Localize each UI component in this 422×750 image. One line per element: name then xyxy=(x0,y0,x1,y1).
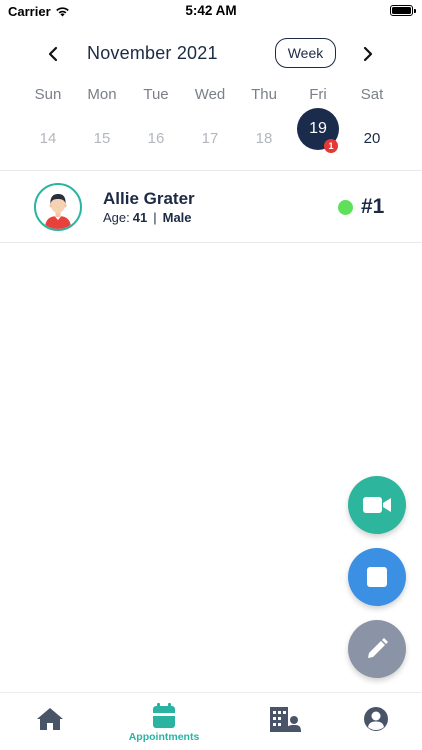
patient-name: Allie Grater xyxy=(103,189,195,208)
stop-button[interactable] xyxy=(348,548,406,606)
tab-hospital-staff[interactable] xyxy=(264,701,306,737)
tab-home[interactable] xyxy=(30,701,70,737)
day-name: Tue xyxy=(143,86,169,103)
age-value: 41 xyxy=(132,210,148,225)
tab-appointments[interactable]: Appointments xyxy=(118,701,210,745)
chevron-right-icon xyxy=(363,46,373,62)
divider xyxy=(0,242,422,243)
patient-avatar xyxy=(34,183,82,231)
next-month-button[interactable] xyxy=(356,42,380,66)
calendar-header: November 2021 Week xyxy=(0,38,422,70)
day-number: 19 xyxy=(309,120,327,137)
day-sat[interactable]: Sat 20 xyxy=(345,86,399,159)
video-call-button[interactable] xyxy=(348,476,406,534)
day-number: 20 xyxy=(363,129,381,147)
pencil-icon xyxy=(368,638,388,658)
avatar-icon xyxy=(36,185,80,229)
day-number: 14 xyxy=(39,129,57,147)
month-title: November 2021 xyxy=(87,43,218,63)
day-number: 17 xyxy=(201,129,219,147)
day-thu[interactable]: Thu 18 xyxy=(237,86,291,159)
bottom-tab-bar: Appointments xyxy=(0,692,422,750)
day-name: Sat xyxy=(360,86,384,103)
day-name: Wed xyxy=(194,86,226,103)
day-mon[interactable]: Mon 15 xyxy=(75,86,129,159)
week-strip: Sun 14 Mon 15 Tue 16 Wed 17 Thu 18 Fri 1… xyxy=(21,86,399,159)
tab-profile[interactable] xyxy=(356,701,396,737)
chevron-left-icon xyxy=(48,46,58,62)
day-number: 15 xyxy=(93,129,111,147)
hospital-staff-icon xyxy=(270,707,301,732)
queue-number: #1 xyxy=(361,195,385,218)
day-wed[interactable]: Wed 17 xyxy=(183,86,237,159)
week-view-button[interactable]: Week xyxy=(275,38,336,68)
stop-square-icon xyxy=(367,567,387,587)
day-tue[interactable]: Tue 16 xyxy=(129,86,183,159)
home-icon xyxy=(37,708,63,730)
details-separator: | xyxy=(153,210,157,225)
day-name: Mon xyxy=(87,86,117,103)
gender-value: Male xyxy=(162,210,192,225)
day-name: Fri xyxy=(309,86,327,103)
day-name: Sun xyxy=(34,86,62,103)
appointment-count-badge: 1 xyxy=(324,139,338,153)
video-camera-icon xyxy=(363,497,391,513)
status-bar: Carrier 5:42 AM xyxy=(0,0,422,22)
calendar-icon xyxy=(153,703,175,728)
edit-button[interactable] xyxy=(348,620,406,678)
status-clock: 5:42 AM xyxy=(185,3,237,18)
tab-label: Appointments xyxy=(128,731,200,743)
day-fri-selected[interactable]: Fri 19 1 xyxy=(291,86,345,159)
age-label: Age: xyxy=(103,210,130,225)
selected-day-circle: 19 1 xyxy=(297,108,339,153)
previous-month-button[interactable] xyxy=(41,42,65,66)
day-name: Thu xyxy=(251,86,277,103)
day-number: 16 xyxy=(147,129,165,147)
user-circle-icon xyxy=(364,707,388,731)
day-number: 18 xyxy=(255,129,273,147)
appointment-list-item[interactable]: Allie Grater Age: 41 | Male #1 xyxy=(0,172,422,242)
patient-details: Age: 41 | Male xyxy=(103,210,192,225)
divider xyxy=(0,170,422,171)
battery-icon xyxy=(390,5,416,16)
day-sun[interactable]: Sun 14 xyxy=(21,86,75,159)
online-status-indicator xyxy=(338,200,353,215)
